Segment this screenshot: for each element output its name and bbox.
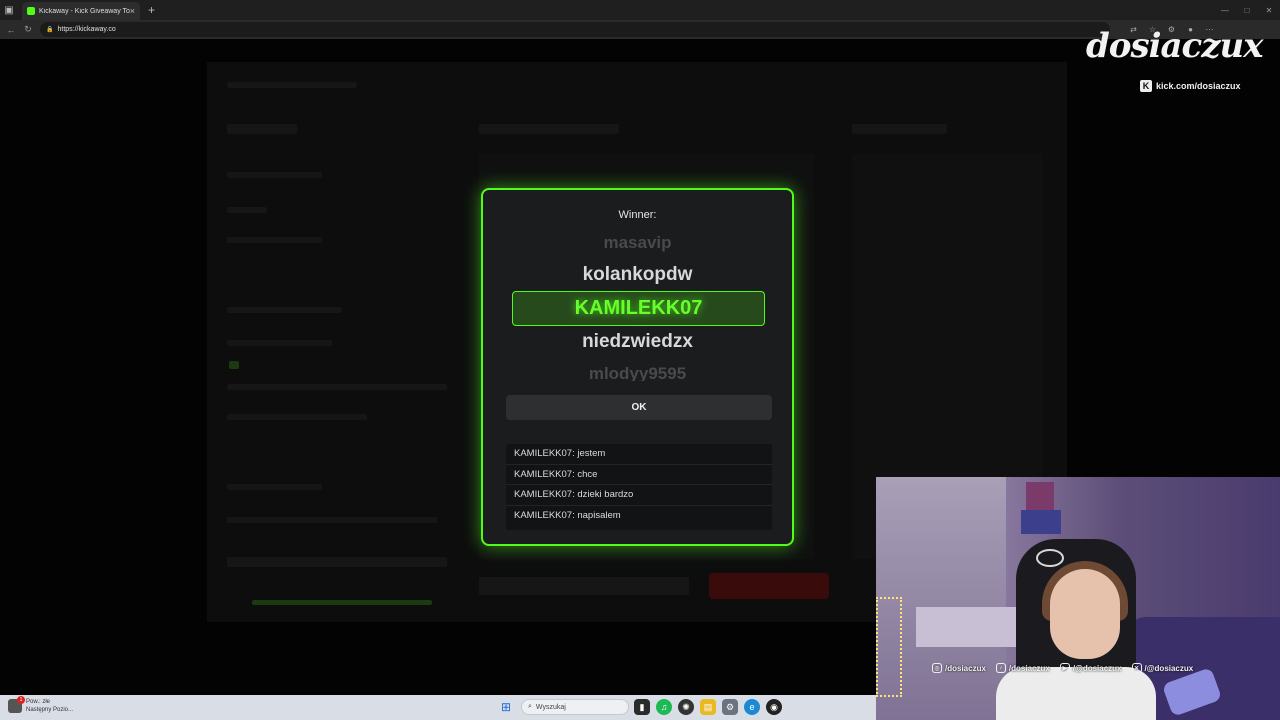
- app-icon[interactable]: ✺: [678, 699, 694, 715]
- roll-name: kolankopdw: [582, 264, 693, 285]
- tab-title: Kickaway - Kick Giveaway Tool: [39, 7, 130, 15]
- ok-button[interactable]: OK: [506, 395, 772, 420]
- settings-line: [227, 237, 322, 243]
- settings-line: [227, 307, 342, 313]
- roll-name: masavip: [603, 233, 672, 252]
- obs-icon[interactable]: ◉: [766, 699, 782, 715]
- footer-link-placeholder: [252, 600, 432, 605]
- search-icon: ⌕: [528, 703, 532, 710]
- notification-widget[interactable]: Pow.: złe Następny Pozio...: [8, 696, 74, 714]
- reset-button-placeholder: [709, 573, 829, 599]
- tiktok-handle: ♪/dosiaczux: [995, 663, 1050, 673]
- lock-icon: 🔒: [46, 27, 54, 33]
- participants-heading-placeholder: [479, 124, 619, 134]
- cam-shelf: [916, 607, 1026, 647]
- file-explorer-icon[interactable]: ▤: [700, 699, 716, 715]
- kick-logo-icon: K: [1140, 80, 1152, 92]
- cam-poster: [1021, 510, 1061, 534]
- instagram-icon: ◎: [932, 663, 942, 673]
- notification-icon: [8, 696, 25, 713]
- twitter-icon: ✕: [1131, 663, 1142, 673]
- instagram-handle: ◎/dosiaczux: [932, 663, 986, 673]
- spotify-icon[interactable]: ♫: [656, 699, 672, 715]
- roll-name: niedzwiedzx: [582, 331, 693, 352]
- settings-line: [227, 340, 332, 346]
- winner-modal: Winner: masavip kolankopdw KAMILEKK07 ni…: [481, 188, 794, 546]
- minimize-icon[interactable]: —: [1214, 0, 1236, 20]
- cam-streamer: [1050, 569, 1120, 659]
- winner-highlight: KAMILEKK07: [512, 291, 765, 326]
- participants-footer-placeholder: [479, 577, 689, 595]
- winner-chat-log: KAMILEKK07: jestem KAMILEKK07: chce KAMI…: [506, 444, 772, 530]
- roll-name: mlodyy9595: [588, 364, 687, 381]
- reload-icon[interactable]: ↻: [22, 24, 34, 35]
- social-handles: ◎/dosiaczux ♪/dosiaczux ▶/@dosiaczux ✕/@…: [932, 663, 1193, 673]
- streamer-watermark: dosiaczux K kick.com/dosiaczux: [1086, 26, 1266, 96]
- youtube-handle: ▶/@dosiaczux: [1059, 663, 1122, 673]
- kick-favicon-icon: [27, 7, 35, 15]
- taskbar-apps: ▮ ♫ ✺ ▤ ⚙ e ◉: [634, 699, 782, 715]
- kick-channel-label: K kick.com/dosiaczux: [1140, 80, 1241, 92]
- webcam-overlay: ◎/dosiaczux ♪/dosiaczux ▶/@dosiaczux ✕/@…: [876, 477, 1280, 720]
- settings-line: [227, 207, 267, 213]
- start-icon[interactable]: ⊞: [501, 701, 513, 713]
- settings-line: [227, 172, 322, 178]
- search-placeholder: Wyszukaj: [535, 703, 566, 711]
- winners-heading-placeholder: [852, 124, 947, 134]
- window-controls: — □ ✕: [1214, 0, 1280, 20]
- kick-url: kick.com/dosiaczux: [1156, 81, 1241, 91]
- twitter-handle: ✕/@dosiaczux: [1131, 663, 1193, 673]
- settings-line: [227, 384, 447, 390]
- tab-close-icon[interactable]: ×: [130, 6, 135, 16]
- close-window-icon[interactable]: ✕: [1258, 0, 1280, 20]
- notification-text: Pow.: złe Następny Pozio...: [26, 699, 74, 713]
- tiktok-icon: ♪: [995, 663, 1006, 673]
- spider-logo-icon: [1036, 549, 1064, 567]
- maximize-icon[interactable]: □: [1236, 0, 1258, 20]
- settings-heading-placeholder: [227, 124, 297, 134]
- screen: ▣ Kickaway - Kick Giveaway Tool × + — □ …: [0, 0, 1280, 720]
- winner-name: KAMILEKK07: [574, 297, 703, 319]
- settings-line: [227, 414, 367, 420]
- back-icon[interactable]: ←: [5, 25, 17, 35]
- cam-poster: [1026, 482, 1054, 510]
- windows-taskbar: Pow.: złe Następny Pozio... ⊞ ⌕ Wyszukaj…: [0, 695, 876, 720]
- logo-placeholder: [227, 82, 357, 88]
- url-text: https://kickaway.co: [57, 26, 116, 33]
- chat-message: KAMILEKK07: jestem: [506, 444, 772, 465]
- chat-message: KAMILEKK07: chce: [506, 465, 772, 485]
- task-view-icon[interactable]: ▮: [634, 699, 650, 715]
- browser-tab[interactable]: Kickaway - Kick Giveaway Tool ×: [22, 2, 140, 20]
- edge-icon[interactable]: e: [744, 699, 760, 715]
- browser-tab-bar: ▣ Kickaway - Kick Giveaway Tool × + — □ …: [0, 0, 1280, 20]
- cam-fairy-lights: [876, 597, 902, 697]
- chat-message: KAMILEKK07: napisalem: [514, 510, 621, 522]
- brand-logo: dosiaczux: [1086, 26, 1264, 66]
- chat-message: KAMILEKK07: dzieki bardzo: [506, 485, 772, 506]
- winner-label: Winner:: [618, 209, 657, 221]
- cam-streamer-shirt: [996, 667, 1156, 720]
- tab-actions-icon[interactable]: ▣: [0, 0, 18, 20]
- settings-line: [227, 517, 437, 523]
- settings-line: [227, 484, 322, 490]
- taskbar-search[interactable]: ⌕ Wyszukaj: [521, 699, 629, 715]
- settings-line: [227, 557, 447, 567]
- settings-icon[interactable]: ⚙: [722, 699, 738, 715]
- url-field[interactable]: 🔒 https://kickaway.co: [40, 22, 1110, 37]
- toggle-placeholder: [229, 361, 239, 369]
- new-tab-button[interactable]: +: [148, 3, 155, 17]
- youtube-icon: ▶: [1059, 663, 1070, 673]
